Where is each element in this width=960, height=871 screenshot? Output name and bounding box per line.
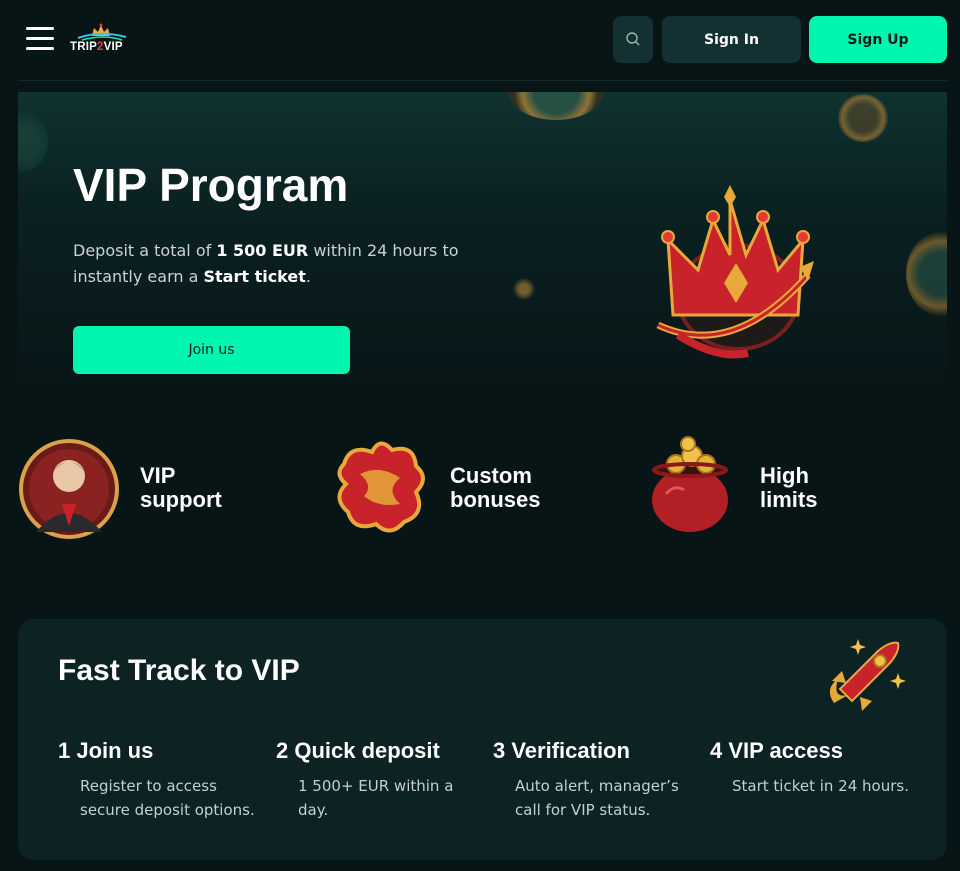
sign-up-button[interactable]: Sign Up [809, 16, 947, 63]
join-us-button[interactable]: Join us [73, 326, 350, 374]
feature-custom-bonuses: Custom bonuses [330, 434, 590, 544]
step-description: Start ticket in 24 hours. [732, 777, 909, 795]
hero-description: Deposit a total of 1 500 EUR within 24 h… [73, 241, 459, 286]
step-4: 4 VIP access Start ticket in 24 hours. [710, 738, 932, 798]
coin-icon [18, 112, 48, 172]
feature-label-line2: bonuses [450, 487, 541, 512]
step-1: 1 Join us Register to access secure depo… [58, 738, 260, 822]
feature-label-line2: support [140, 487, 222, 512]
feature-label-line1: Custom [450, 463, 532, 488]
logo-text: TRIP2VIP [70, 41, 123, 53]
sign-in-button[interactable]: Sign In [662, 16, 801, 63]
crown-icon [656, 185, 814, 359]
feature-label-line1: High [760, 463, 809, 488]
feature-high-limits: High limits [640, 434, 900, 544]
gold-pot-icon [652, 436, 728, 532]
page-title: VIP Program [73, 159, 349, 211]
coin-icon [508, 92, 604, 120]
coin-icon [906, 232, 947, 316]
step-description: Auto alert, manager’s call for VIP statu… [515, 777, 679, 819]
search-button[interactable] [613, 16, 653, 63]
step-title: 3 Verification [493, 738, 630, 763]
step-description: Register to access secure deposit option… [80, 777, 255, 819]
fast-track-title: Fast Track to VIP [58, 654, 300, 687]
header-divider [18, 80, 947, 81]
coin-icon [512, 278, 536, 300]
feature-vip-support: VIP support [18, 434, 278, 544]
feature-label-line1: VIP [140, 463, 176, 488]
step-title: 1 Join us [58, 738, 154, 763]
step-title: 2 Quick deposit [276, 738, 440, 763]
step-description: 1 500+ EUR within a day. [298, 777, 454, 819]
vip-manager-icon [19, 439, 119, 539]
step-2: 2 Quick deposit 1 500+ EUR within a day. [276, 738, 458, 822]
search-icon [626, 32, 640, 46]
feature-label-line2: limits [760, 487, 818, 512]
puzzle-icon [337, 441, 425, 533]
step-3: 3 Verification Auto alert, manager’s cal… [493, 738, 685, 822]
step-title: 4 VIP access [710, 738, 843, 763]
logo-crown-icon [77, 23, 127, 41]
header: TRIP2VIP Sign In Sign Up [0, 0, 960, 80]
rocket-icon [829, 639, 906, 711]
logo[interactable]: TRIP2VIP [70, 22, 132, 60]
coin-icon [838, 94, 888, 142]
hamburger-menu-icon[interactable] [26, 26, 54, 52]
